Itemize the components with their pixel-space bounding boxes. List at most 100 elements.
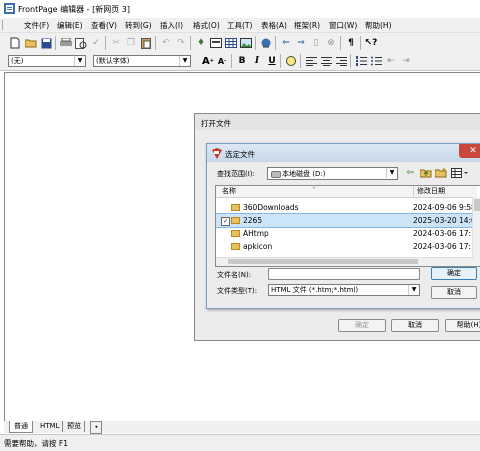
show-paragraph-marks-icon[interactable]: ¶ [344, 36, 358, 50]
refresh-icon[interactable]: ▯ [309, 36, 323, 50]
stop-icon[interactable]: ⊗ [324, 36, 338, 50]
insert-image-icon[interactable] [239, 36, 253, 50]
tab-html[interactable]: HTML [37, 421, 64, 432]
toolbar-divider [350, 54, 351, 68]
standard-toolbar: ✓ ✂ ❐ ↶ ↷ ♦ ⇐ ⇒ ▯ ⊗ ¶ ↖? [0, 32, 480, 53]
increase-indent-icon[interactable]: ⇥ [399, 54, 413, 68]
open-ok-button[interactable]: 确定 [338, 319, 386, 332]
file-list[interactable]: 名称 ^ 修改日期 360Downloads 2024-09-06 9:58 ✓ … [215, 185, 480, 267]
menu-format[interactable]: 格式(O) [193, 20, 220, 31]
menu-tools[interactable]: 工具(T) [227, 20, 252, 31]
back-arrow-icon[interactable]: ⇐ [279, 36, 293, 50]
menu-goto[interactable]: 转到(G) [125, 20, 152, 31]
list-item-selected[interactable]: ✓ 2265 2025-03-20 14:08 [216, 213, 480, 228]
window-title: FrontPage 编辑器 - [新网页 3] [18, 5, 130, 14]
numbered-list-icon[interactable] [354, 54, 368, 68]
bulleted-list-icon[interactable] [369, 54, 383, 68]
menu-file[interactable]: 文件(F) [24, 20, 49, 31]
filetype-dropdown[interactable]: HTML 文件 (*.htm;*.html) ▼ [268, 284, 420, 296]
back-arrow-icon[interactable]: ⇦ [403, 166, 417, 180]
spelling-icon[interactable]: ✓ [89, 36, 103, 50]
look-in-dropdown[interactable]: 本地磁盘 (D:) ▼ [267, 167, 398, 180]
filetype-value: HTML 文件 (*.htm;*.html) [271, 286, 359, 294]
hyperlink-icon[interactable] [259, 36, 273, 50]
select-ok-button[interactable]: 确定 [431, 267, 477, 280]
menu-frame[interactable]: 框架(R) [294, 20, 320, 31]
redo-icon[interactable]: ↷ [174, 36, 188, 50]
status-text: 需要帮助，请按 F1 [4, 439, 68, 448]
file-date: 2025-03-20 14:08 [413, 216, 480, 225]
tab-preview[interactable]: 预览 [64, 421, 85, 432]
file-date: 2024-09-06 9:58 [413, 203, 476, 212]
filename-label: 文件名(N): [217, 271, 252, 279]
scroll-thumb[interactable] [474, 199, 480, 211]
print-preview-icon[interactable] [74, 36, 88, 50]
open-folder-icon[interactable] [24, 36, 38, 50]
look-in-label: 查找范围(I): [217, 170, 255, 178]
look-in-value: 本地磁盘 (D:) [282, 170, 326, 178]
tab-normal[interactable]: 普通 [9, 421, 33, 433]
new-page-icon[interactable] [8, 36, 22, 50]
bold-button[interactable]: B [235, 54, 249, 68]
close-icon[interactable]: ✕ [459, 144, 480, 158]
text-color-icon[interactable] [284, 54, 298, 68]
folder-icon [231, 204, 240, 211]
tab-scroll-button[interactable]: ◂ [90, 421, 102, 434]
menu-window[interactable]: 窗口(W) [329, 20, 357, 31]
new-folder-icon[interactable] [434, 166, 448, 180]
checkbox-checked[interactable]: ✓ [221, 217, 230, 226]
italic-button[interactable]: I [250, 54, 264, 68]
menu-grip [2, 20, 6, 30]
list-item[interactable]: apkicon 2024-03-06 17:1 [216, 240, 476, 253]
folder-icon [231, 243, 240, 250]
column-header-date[interactable]: 修改日期 [413, 186, 477, 198]
web-component-icon[interactable]: ♦ [194, 36, 208, 50]
help-pointer-icon[interactable]: ↖? [364, 36, 378, 50]
insert-table-icon[interactable] [224, 36, 238, 50]
decrease-font-size-icon[interactable]: A- [215, 54, 229, 68]
forward-arrow-icon[interactable]: ⇒ [294, 36, 308, 50]
copy-icon[interactable]: ❐ [124, 36, 138, 50]
open-help-button[interactable]: 帮助(H) [445, 319, 480, 332]
chevron-down-icon: ▼ [179, 56, 190, 66]
sort-up-icon: ^ [312, 187, 317, 193]
select-file-dialog-title: 选定文件 [225, 150, 255, 159]
font-dropdown[interactable]: (默认字体) ▼ [93, 55, 191, 67]
vertical-scrollbar[interactable] [472, 197, 480, 266]
menu-help[interactable]: 帮助(H) [365, 20, 392, 31]
style-value: (无) [11, 57, 24, 65]
up-folder-icon[interactable] [419, 166, 433, 180]
list-item[interactable]: 360Downloads 2024-09-06 9:58 [216, 201, 476, 214]
select-cancel-button[interactable]: 取消 [431, 286, 477, 299]
file-name: apkicon [243, 242, 273, 251]
menu-edit[interactable]: 编辑(E) [57, 20, 83, 31]
filename-field[interactable] [268, 268, 420, 280]
style-dropdown[interactable]: (无) ▼ [8, 55, 86, 67]
save-icon[interactable] [39, 36, 53, 50]
cut-icon[interactable]: ✂ [109, 36, 123, 50]
scroll-thumb[interactable] [228, 259, 418, 264]
menu-table[interactable]: 表格(A) [261, 20, 287, 31]
align-right-icon[interactable] [334, 54, 348, 68]
menu-insert[interactable]: 插入(I) [160, 20, 183, 31]
horizontal-scrollbar[interactable] [216, 257, 473, 266]
align-left-icon[interactable] [304, 54, 318, 68]
align-center-icon[interactable] [319, 54, 333, 68]
toolbar-divider [255, 36, 256, 50]
insert-form-field-icon[interactable] [209, 36, 223, 50]
list-item[interactable]: AHtmp 2024-03-06 17:10 [216, 227, 480, 240]
select-file-dialog-header: 选定文件 ✕ [207, 144, 480, 162]
toolbar-divider [105, 36, 106, 50]
column-header-name[interactable]: 名称 ^ [216, 186, 416, 198]
print-icon[interactable] [59, 36, 73, 50]
paste-icon[interactable] [139, 36, 153, 50]
open-cancel-button[interactable]: 取消 [391, 319, 439, 332]
increase-font-size-icon[interactable]: A + [201, 54, 215, 68]
toolbar-divider [190, 36, 191, 50]
underline-button[interactable]: U [265, 54, 279, 68]
folder-icon [231, 230, 240, 237]
menu-view[interactable]: 查看(V) [91, 20, 117, 31]
decrease-indent-icon[interactable]: ⇤ [384, 54, 398, 68]
undo-icon[interactable]: ↶ [159, 36, 173, 50]
view-menu-icon[interactable] [450, 166, 470, 180]
